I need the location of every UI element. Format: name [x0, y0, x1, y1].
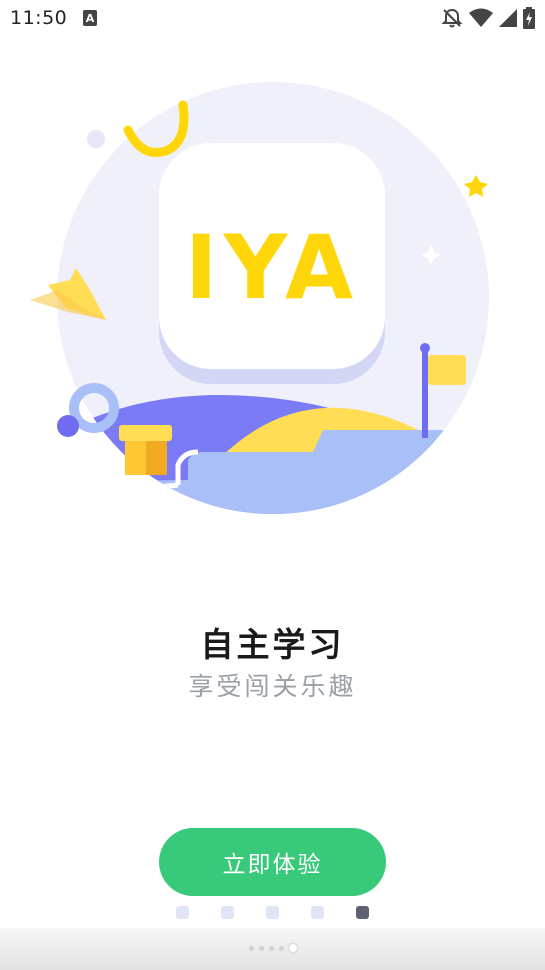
- svg-text:A: A: [86, 12, 95, 25]
- signal-icon: [499, 8, 517, 32]
- pager-indicator: [0, 906, 545, 919]
- nav-dot: [268, 945, 274, 951]
- slide-title: 自主学习: [200, 625, 345, 664]
- nav-dot-active: [288, 944, 297, 952]
- hero-illustration: IYA: [28, 80, 498, 530]
- pager-dot[interactable]: [221, 906, 234, 919]
- navigation-bar: [0, 928, 545, 970]
- text-a-icon: A: [83, 10, 97, 30]
- flag-decoration: [428, 355, 466, 385]
- wifi-icon: [469, 8, 493, 32]
- status-time: 11:50: [10, 7, 68, 29]
- notifications-off-icon: [441, 7, 463, 33]
- status-bar: 11:50 A: [0, 0, 545, 38]
- nav-dot: [248, 945, 254, 951]
- pager-dot[interactable]: [311, 906, 324, 919]
- pager-dot[interactable]: [176, 906, 189, 919]
- status-icons: [441, 7, 535, 33]
- battery-charging-icon: [523, 7, 535, 33]
- logo-text: IYA: [185, 216, 359, 319]
- nav-page-dots: [0, 944, 545, 952]
- flag-pole: [422, 348, 428, 438]
- purple-dot-decoration: [57, 415, 79, 437]
- nav-dot: [278, 945, 284, 951]
- nav-dot: [258, 945, 264, 951]
- pager-dot-active[interactable]: [356, 906, 369, 919]
- slide-subtitle: 享受闯关乐趣: [188, 672, 357, 701]
- pager-dot[interactable]: [266, 906, 279, 919]
- dot-decoration: [87, 130, 105, 148]
- star-decoration: [464, 175, 488, 197]
- try-now-button[interactable]: 立即体验: [159, 828, 386, 896]
